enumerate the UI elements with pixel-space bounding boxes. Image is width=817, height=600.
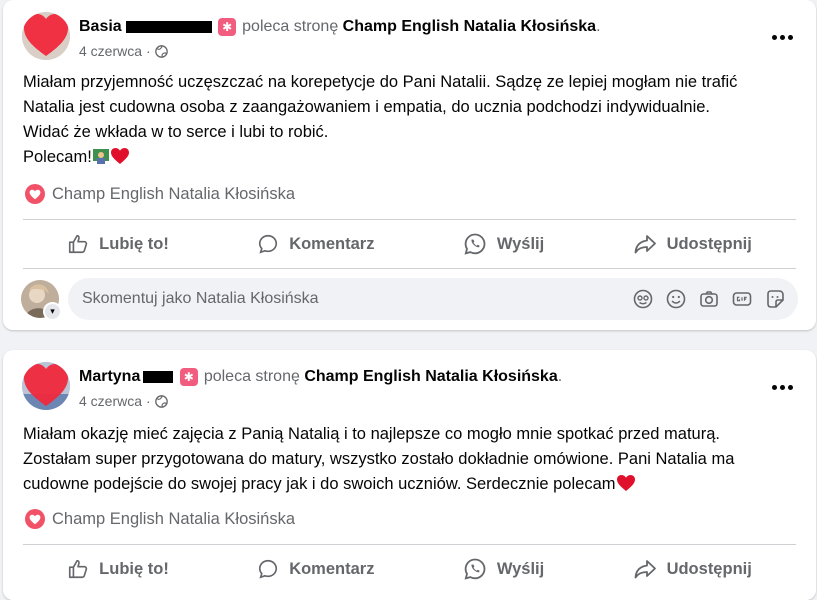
share-label: Udostępnij <box>666 234 752 253</box>
gif-icon[interactable] <box>731 288 753 310</box>
like-button[interactable]: Lubię to! <box>53 227 183 261</box>
author-avatar[interactable] <box>22 12 70 60</box>
share-button[interactable]: Udostępnij <box>619 552 766 586</box>
post-text-line: Widać że wkłada w to serce i lubi to rob… <box>23 123 329 141</box>
comment-tools <box>632 288 798 310</box>
red-heart-emoji-icon <box>110 148 129 164</box>
comment-label: Komentarz <box>289 234 375 253</box>
heart-sticker-icon <box>22 12 70 60</box>
date-separator: · <box>146 43 151 59</box>
whatsapp-icon <box>464 558 486 580</box>
recommended-page-name: Champ English Natalia Kłosińska <box>52 184 296 203</box>
post-text-line: Zostałam super przygotowana do matury, w… <box>23 450 735 468</box>
like-label: Lubię to! <box>99 559 169 578</box>
recommendation-line[interactable]: Champ English Natalia Kłosińska <box>25 184 295 204</box>
share-arrow-icon <box>634 235 656 254</box>
chevron-down-icon[interactable]: ▾ <box>43 302 62 321</box>
camera-icon[interactable] <box>698 288 720 310</box>
heart-sticker-icon <box>22 362 70 410</box>
post-text-line-last: cudowne podejście do swojej pracy jak i … <box>23 472 796 497</box>
post-header: Basia ✱ poleca stronę Champ English Natal… <box>79 18 601 36</box>
action-bar: Lubię to! Komentarz Wyślij Udostępnij <box>23 547 796 591</box>
divider <box>23 544 796 545</box>
post-text-line-last: Polecam! <box>23 145 796 170</box>
redaction-bar <box>125 21 212 33</box>
comment-button[interactable]: Komentarz <box>243 552 388 586</box>
divider <box>23 268 796 269</box>
comment-box <box>68 278 798 320</box>
heart-icon <box>25 509 45 529</box>
header-punct: . <box>557 368 563 386</box>
globe-icon <box>154 44 168 58</box>
globe-icon <box>154 394 168 408</box>
sticker-icon[interactable] <box>764 288 786 310</box>
share-button[interactable]: Udostępnij <box>619 227 766 261</box>
author-avatar[interactable] <box>22 362 70 410</box>
comment-composer: ▾ <box>21 278 798 321</box>
post-text-line: Natalia jest cudowna osoba z zaangażowan… <box>23 98 711 116</box>
thumbs-up-icon <box>69 559 88 579</box>
post-card: Martyna ✱ poleca stronę Champ English Nat… <box>3 350 816 600</box>
post-body: Miałam przyjemność uczęszczać na korepet… <box>23 70 796 170</box>
post-date[interactable]: 4 czerwca <box>79 43 142 59</box>
comment-input[interactable] <box>68 289 632 309</box>
share-arrow-icon <box>634 560 656 579</box>
post-text-line: Polecam! <box>23 148 92 166</box>
more-options-button[interactable] <box>764 22 800 52</box>
post-text-line: Miałam okazję mieć zajęcia z Panią Natal… <box>23 425 720 443</box>
author-name[interactable]: Martyna <box>79 368 140 385</box>
post-meta: 4 czerwca · <box>79 393 168 409</box>
post-text-line: cudowne podejście do swojej pracy jak i … <box>23 475 616 493</box>
avatar-sticker-icon[interactable] <box>632 288 654 310</box>
action-bar: Lubię to! Komentarz Wyślij Udostępnij <box>23 222 796 266</box>
red-heart-emoji-icon <box>616 475 635 491</box>
header-punct: . <box>596 18 601 36</box>
recommendation-line[interactable]: Champ English Natalia Kłosińska <box>25 509 295 529</box>
send-button[interactable]: Wyślij <box>449 226 558 262</box>
date-separator: · <box>146 393 151 409</box>
recommend-verb: poleca stronę <box>203 368 300 386</box>
divider <box>23 219 796 220</box>
recommend-verb: poleca stronę <box>242 18 339 36</box>
heart-icon <box>25 184 45 204</box>
like-label: Lubię to! <box>99 234 169 253</box>
page-link[interactable]: Champ English Natalia Kłosińska <box>343 18 596 35</box>
comment-bubble-icon <box>259 234 278 254</box>
recommend-badge-icon: ✱ <box>218 18 237 36</box>
more-options-button[interactable] <box>764 372 800 402</box>
redaction-bar <box>143 371 174 383</box>
whatsapp-icon <box>464 233 486 255</box>
thumbs-up-icon <box>69 234 88 254</box>
send-label: Wyślij <box>496 559 545 578</box>
post-meta: 4 czerwca · <box>79 43 168 59</box>
post-card: Basia ✱ poleca stronę Champ English Natal… <box>3 0 816 330</box>
page-link[interactable]: Champ English Natalia Kłosińska <box>304 368 557 385</box>
recommended-page-name: Champ English Natalia Kłosińska <box>52 509 296 528</box>
recommend-badge-icon: ✱ <box>179 368 198 386</box>
author-name[interactable]: Basia <box>79 18 122 35</box>
post-header: Martyna ✱ poleca stronę Champ English Nat… <box>79 368 562 386</box>
emoji-icon[interactable] <box>665 288 687 310</box>
teacher-emoji-icon <box>92 149 109 164</box>
send-label: Wyślij <box>496 234 545 253</box>
commenter-avatar[interactable]: ▾ <box>21 280 62 321</box>
share-label: Udostępnij <box>666 559 752 578</box>
post-text-line: Miałam przyjemność uczęszczać na korepet… <box>23 73 738 91</box>
like-button[interactable]: Lubię to! <box>53 552 183 586</box>
post-body: Miałam okazję mieć zajęcia z Panią Natal… <box>23 422 796 497</box>
comment-button[interactable]: Komentarz <box>243 227 388 261</box>
comment-bubble-icon <box>259 559 278 579</box>
post-date[interactable]: 4 czerwca <box>79 393 142 409</box>
send-button[interactable]: Wyślij <box>449 551 558 587</box>
comment-label: Komentarz <box>289 559 375 578</box>
